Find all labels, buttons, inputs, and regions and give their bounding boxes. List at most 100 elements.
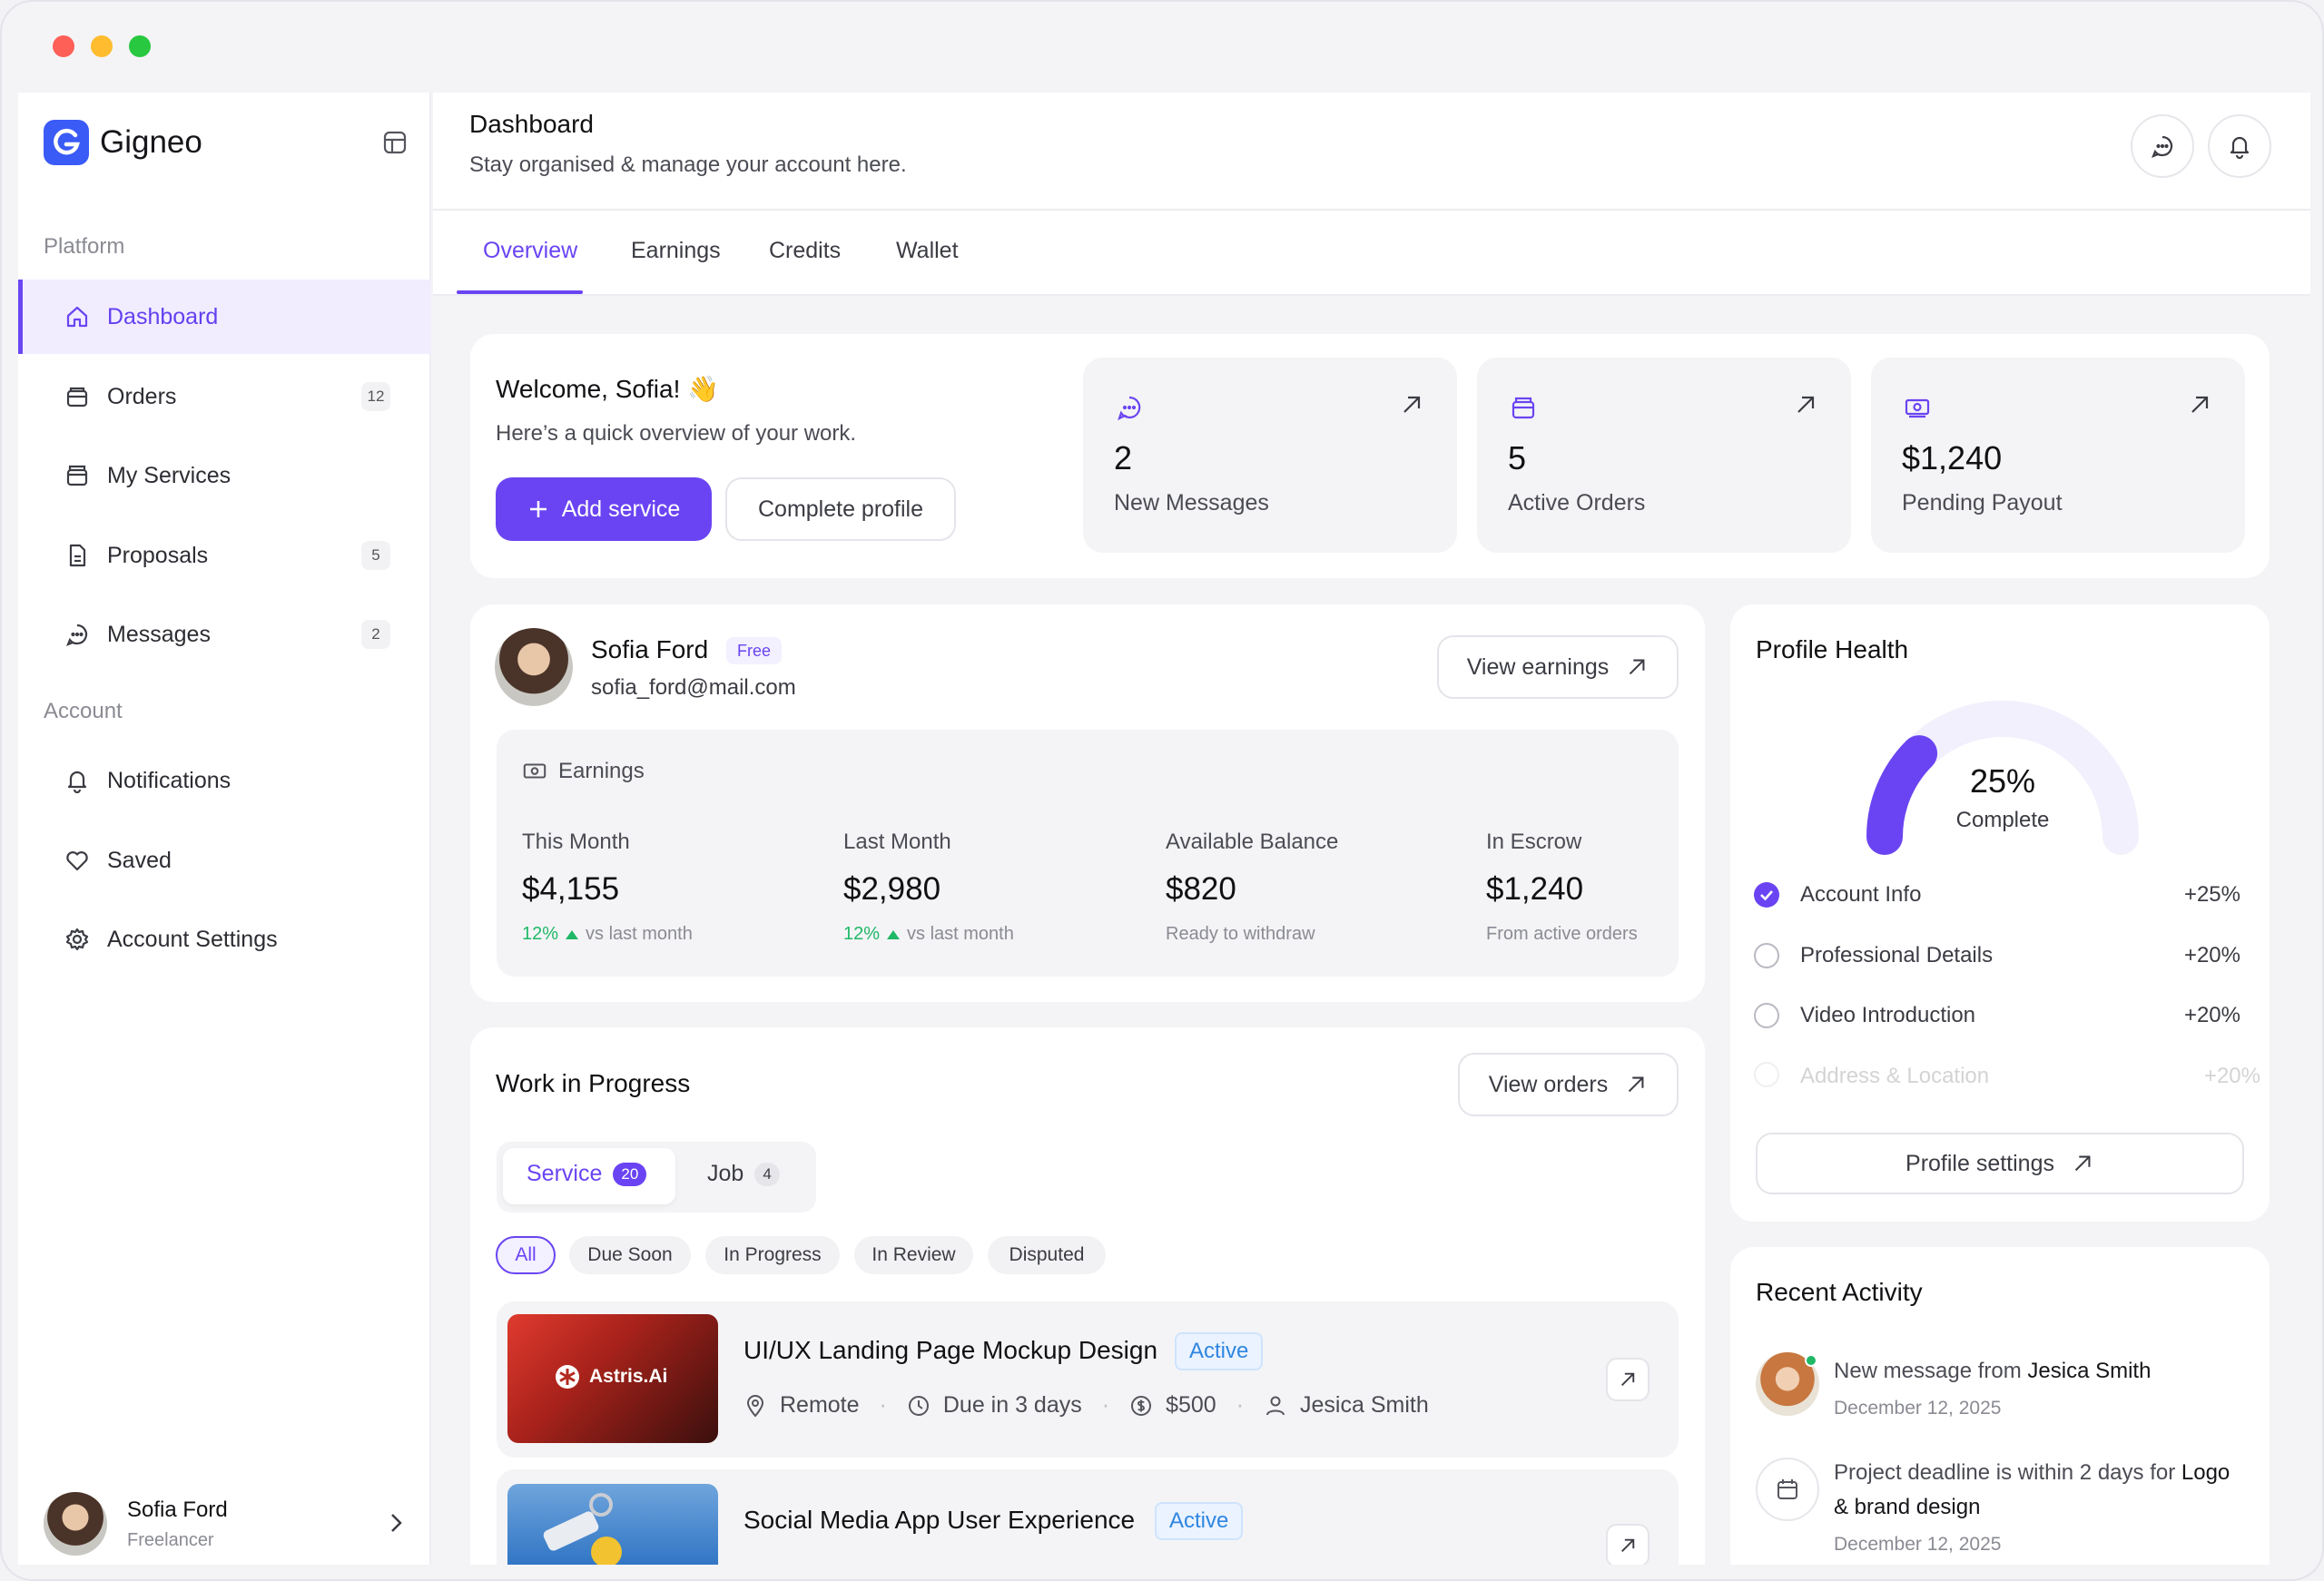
window-controls xyxy=(53,35,151,57)
bell-icon xyxy=(2230,136,2250,159)
tab-earnings[interactable]: Earnings xyxy=(631,238,721,264)
sidebar-item-label: Dashboard xyxy=(107,303,219,329)
arrow-up-right-icon xyxy=(1630,659,1645,675)
app-name: Gigneo xyxy=(100,124,202,160)
earnings-in-escrow: In Escrow $1,240 From active orders xyxy=(1486,830,1638,945)
chat-icon xyxy=(1118,396,1141,421)
user-profile-menu[interactable]: Sofia Ford Freelancer xyxy=(44,1483,425,1565)
sidebar-item-label: My Services xyxy=(107,462,231,488)
separator-dot: · xyxy=(1236,1392,1245,1418)
sidebar-item-orders[interactable]: Orders 12 xyxy=(18,359,431,434)
open-job-button[interactable] xyxy=(1606,1358,1649,1401)
coin-image xyxy=(591,1537,622,1567)
stat-label: Pending Payout xyxy=(1902,490,2063,516)
filter-chip-disputed[interactable]: Disputed xyxy=(988,1236,1106,1274)
sidebar-item-proposals[interactable]: Proposals 5 xyxy=(18,518,431,593)
profile-email: sofia_ford@mail.com xyxy=(591,675,796,700)
activity-message: New message from xyxy=(1834,1359,2022,1383)
segment-job[interactable]: Job 4 xyxy=(707,1161,780,1187)
earnings-note: Ready to withdraw xyxy=(1166,924,1315,944)
earnings-label: This Month xyxy=(522,830,630,854)
earnings-note: From active orders xyxy=(1486,924,1638,944)
add-service-button[interactable]: Add service xyxy=(496,477,712,541)
sidebar-item-saved[interactable]: Saved xyxy=(18,823,431,898)
sidebar-item-dashboard[interactable]: Dashboard xyxy=(18,280,431,354)
profile-settings-label: Profile settings xyxy=(1905,1150,2054,1176)
separator-dot: · xyxy=(1101,1392,1110,1418)
view-earnings-button[interactable]: View earnings xyxy=(1437,635,1679,699)
count-badge: 4 xyxy=(754,1162,780,1186)
tab-credits[interactable]: Credits xyxy=(769,238,841,264)
location-pin-icon xyxy=(746,1394,764,1418)
filter-chip-in-review[interactable]: In Review xyxy=(854,1236,973,1274)
list-item[interactable]: Social Media App User Experience Active xyxy=(497,1469,1679,1567)
trend-up-icon xyxy=(887,929,901,939)
stat-card-orders[interactable]: 5 Active Orders xyxy=(1477,358,1851,553)
sidebar-item-account-settings[interactable]: Account Settings xyxy=(18,902,431,977)
gear-icon xyxy=(64,926,91,953)
minimize-window-button[interactable] xyxy=(91,35,113,57)
earnings-this-month: This Month $4,155 12% vs last month xyxy=(522,830,693,945)
health-item-value: +25% xyxy=(2183,882,2240,907)
health-item-label: Address & Location xyxy=(1800,1064,1990,1088)
faded-health-item: Address & Location +20% xyxy=(1754,1062,2262,1095)
segment-label: Job xyxy=(707,1161,744,1186)
stat-value: 2 xyxy=(1114,439,1133,476)
list-item[interactable]: Astris.Ai UI/UX Landing Page Mockup Desi… xyxy=(497,1301,1679,1458)
project-thumbnail: Astris.Ai xyxy=(507,1314,718,1443)
stat-card-messages[interactable]: 2 New Messages xyxy=(1083,358,1457,553)
segment-service-label[interactable]: Service 20 xyxy=(527,1161,647,1187)
filter-chip-all[interactable]: All xyxy=(496,1236,556,1274)
bell-icon xyxy=(64,767,91,794)
checked-icon xyxy=(1754,882,1779,908)
activity-text: Project deadline is within 2 days for Lo… xyxy=(1834,1456,2233,1525)
section-title: Recent Activity xyxy=(1756,1278,1923,1306)
active-tab-indicator xyxy=(457,290,583,294)
gauge-percent: 25% xyxy=(1969,762,2036,800)
activity-date: December 12, 2025 xyxy=(1834,1398,2002,1419)
tab-wallet[interactable]: Wallet xyxy=(896,238,959,264)
unchecked-icon xyxy=(1754,943,1779,968)
sidebar-item-my-services[interactable]: My Services xyxy=(18,438,431,513)
filter-chip-due-soon[interactable]: Due Soon xyxy=(569,1236,691,1274)
page-subtitle: Stay organised & manage your account her… xyxy=(469,152,907,177)
dollar-icon xyxy=(1131,1395,1152,1416)
messages-button[interactable] xyxy=(2131,114,2194,178)
app-window: Gigneo Platform Dashboard Orders 12 My S… xyxy=(0,0,2324,1581)
page-header: Dashboard Stay organised & manage your a… xyxy=(433,93,2310,211)
notifications-button[interactable] xyxy=(2208,114,2271,178)
count-badge: 12 xyxy=(361,382,390,411)
sidebar-item-messages[interactable]: Messages 2 xyxy=(18,597,431,672)
status-badge: Active xyxy=(1175,1332,1264,1370)
stat-card-payout[interactable]: $1,240 Pending Payout xyxy=(1871,358,2245,553)
app-logo[interactable]: Gigneo xyxy=(44,120,202,165)
open-job-button[interactable] xyxy=(1606,1524,1649,1567)
project-thumbnail xyxy=(507,1484,718,1567)
tab-overview[interactable]: Overview xyxy=(483,238,577,264)
earnings-value: $1,240 xyxy=(1486,871,1584,907)
welcome-title: Welcome, Sofia! 👋 xyxy=(496,375,719,403)
filter-chip-in-progress[interactable]: In Progress xyxy=(705,1236,840,1274)
section-label-platform: Platform xyxy=(44,234,125,259)
profile-settings-button[interactable]: Profile settings xyxy=(1756,1133,2244,1194)
earnings-panel: Earnings This Month $4,155 12% vs last mo… xyxy=(497,730,1679,977)
sidebar-item-label: Saved xyxy=(107,847,172,873)
collapse-sidebar-icon[interactable] xyxy=(383,131,407,154)
sidebar-item-notifications[interactable]: Notifications xyxy=(18,743,431,818)
job-price: $500 xyxy=(1166,1392,1216,1418)
chevron-right-icon xyxy=(391,1514,402,1532)
avatar xyxy=(495,628,573,706)
view-earnings-label: View earnings xyxy=(1466,653,1610,680)
online-indicator xyxy=(1805,1354,1817,1367)
complete-profile-button[interactable]: Complete profile xyxy=(725,477,956,541)
sidebar: Gigneo Platform Dashboard Orders 12 My S… xyxy=(18,93,431,1566)
maximize-window-button[interactable] xyxy=(129,35,151,57)
sidebar-item-label: Proposals xyxy=(107,542,209,568)
close-window-button[interactable] xyxy=(53,35,74,57)
logo-icon xyxy=(44,120,89,165)
view-orders-button[interactable]: View orders xyxy=(1458,1053,1679,1116)
health-item-label: Video Introduction xyxy=(1800,1003,1976,1027)
earnings-value: $2,980 xyxy=(843,871,941,907)
stat-label: New Messages xyxy=(1114,490,1269,516)
activity-text: New message from Jesica Smith xyxy=(1834,1354,2151,1389)
